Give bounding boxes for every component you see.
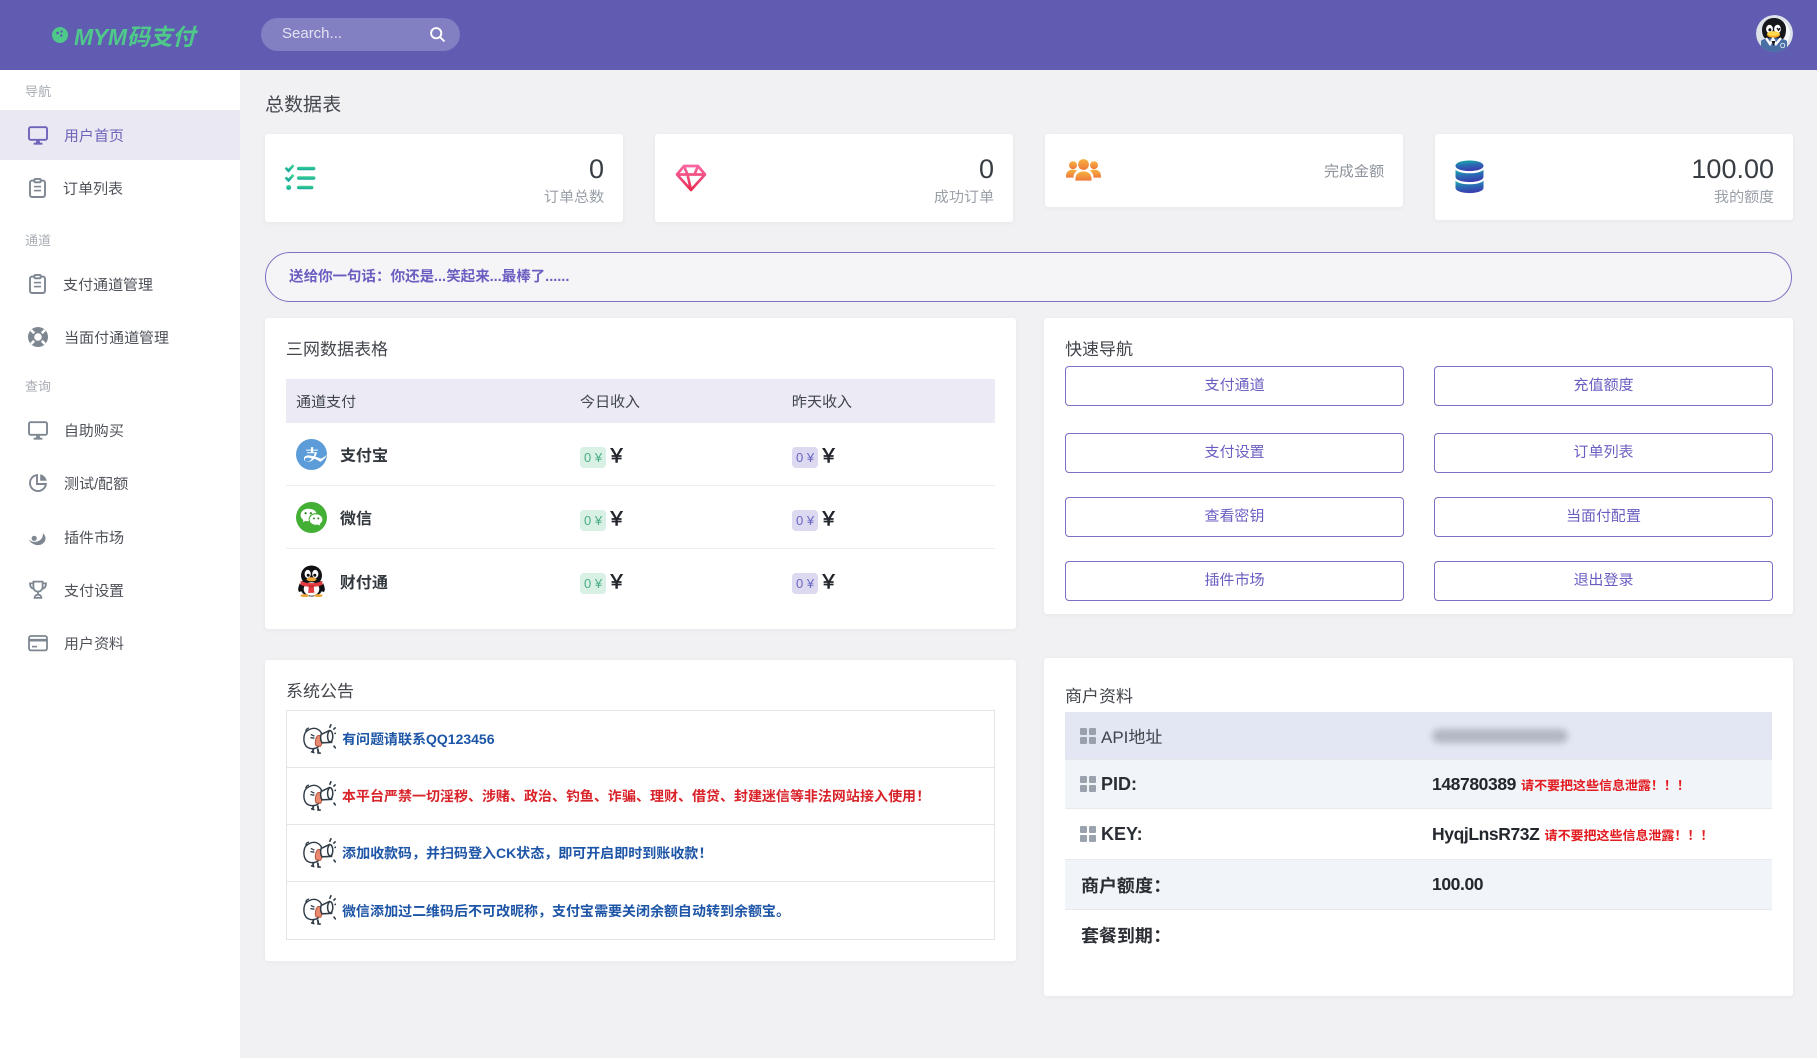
- svg-text:O: O: [1780, 43, 1786, 50]
